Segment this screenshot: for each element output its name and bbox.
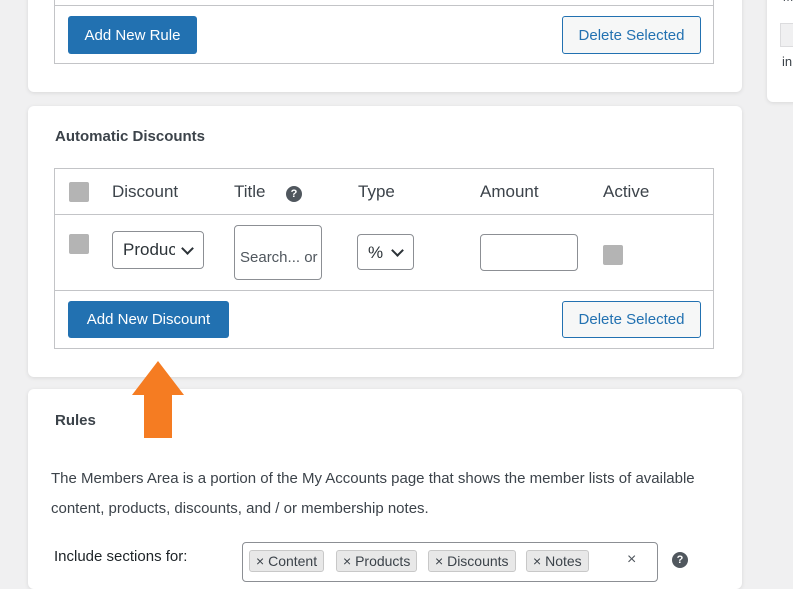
- chevron-down-icon: [391, 244, 404, 257]
- discount-type-select[interactable]: Produc: [112, 231, 204, 269]
- amount-input[interactable]: [480, 234, 578, 271]
- rules-title: Rules: [55, 412, 96, 429]
- title-search-placeholder: Search... or: [240, 249, 318, 266]
- chip-content[interactable]: × Content: [249, 550, 325, 572]
- chip-notes[interactable]: × Notes: [526, 550, 589, 572]
- chip-label: Products: [355, 553, 411, 569]
- rules-table-divider: [55, 5, 713, 6]
- include-sections-multiselect[interactable]: × Content × Products × Discounts × Notes…: [242, 542, 658, 582]
- discount-select-value: Produc: [123, 240, 177, 259]
- sidebar-tag: [780, 23, 793, 47]
- row-checkbox[interactable]: [69, 234, 89, 254]
- chip-remove-icon[interactable]: ×: [435, 553, 443, 569]
- chip-remove-icon[interactable]: ×: [533, 553, 541, 569]
- type-select-value: %: [368, 243, 384, 262]
- chip-label: Notes: [545, 553, 582, 569]
- delete-selected-discounts-button[interactable]: Delete Selected: [562, 301, 701, 338]
- chip-discounts[interactable]: × Discounts: [428, 550, 516, 572]
- help-icon[interactable]: ?: [672, 552, 688, 568]
- add-new-discount-button[interactable]: Add New Discount: [68, 301, 229, 338]
- header-title: Title: [234, 182, 266, 201]
- row-divider: [55, 290, 713, 291]
- header-discount: Discount: [112, 182, 179, 201]
- chip-remove-icon[interactable]: ×: [256, 553, 264, 569]
- chip-remove-icon[interactable]: ×: [343, 553, 351, 569]
- help-icon[interactable]: ?: [286, 186, 302, 202]
- automatic-discounts-title: Automatic Discounts: [55, 128, 206, 145]
- sidebar-text-bottom: in: [782, 54, 793, 69]
- include-sections-label: Include sections for:: [54, 548, 188, 565]
- chip-products[interactable]: × Products: [336, 550, 418, 572]
- rules-table-card: Add New Rule Delete Selected: [28, 0, 742, 92]
- header-type: Type: [358, 182, 395, 201]
- delete-selected-rules-button[interactable]: Delete Selected: [562, 16, 701, 54]
- chip-label: Discounts: [447, 553, 509, 569]
- arrow-up-shape: [132, 361, 184, 438]
- rules-description: The Members Area is a portion of the My …: [51, 464, 695, 524]
- automatic-discounts-card: Automatic Discounts Discount Title ? Typ…: [28, 106, 742, 377]
- chip-label: Content: [268, 553, 318, 569]
- title-search-input[interactable]: Search... or: [234, 225, 322, 280]
- discounts-table: Discount Title ? Type Amount Active Prod…: [54, 168, 714, 349]
- header-amount: Amount: [480, 182, 539, 201]
- sidebar-text-top: m: [783, 0, 793, 4]
- amount-type-select[interactable]: %: [357, 234, 414, 270]
- clear-selection-icon[interactable]: ×: [627, 551, 636, 569]
- sidebar-card: m in: [767, 0, 793, 102]
- arrow-up-icon: [132, 361, 184, 438]
- rules-description-line2: content, products, discounts, and / or m…: [51, 500, 429, 517]
- rules-table: Add New Rule Delete Selected: [54, 0, 714, 64]
- active-checkbox[interactable]: [603, 245, 623, 265]
- add-new-rule-button[interactable]: Add New Rule: [68, 16, 197, 54]
- header-active: Active: [603, 182, 650, 201]
- table-row: Produc Search... or %: [55, 215, 713, 290]
- rules-description-line1: The Members Area is a portion of the My …: [51, 470, 695, 487]
- select-all-checkbox[interactable]: [69, 182, 89, 202]
